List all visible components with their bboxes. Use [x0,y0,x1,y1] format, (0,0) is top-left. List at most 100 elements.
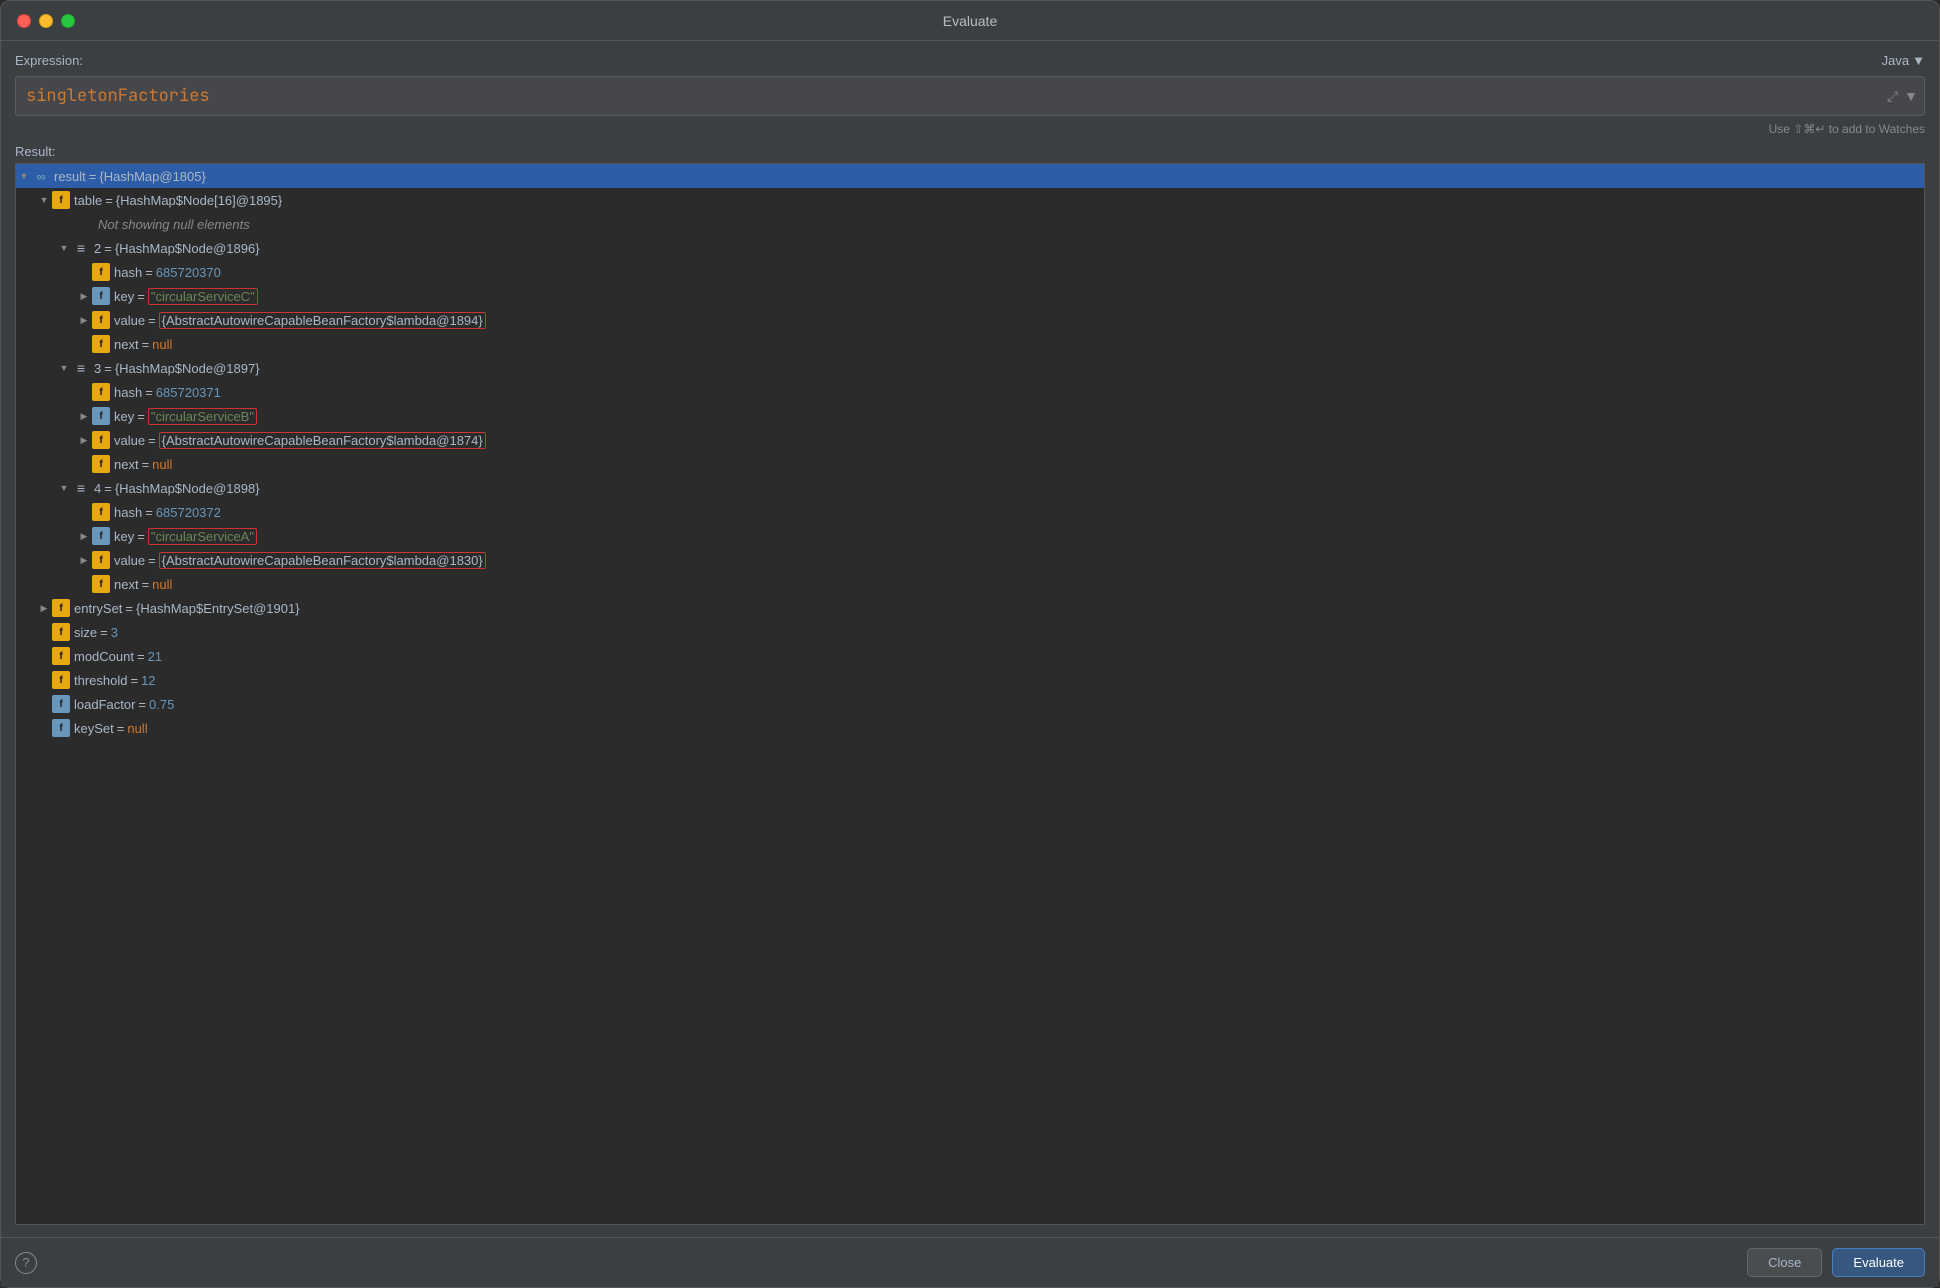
node-equals: = [142,457,150,472]
close-traffic-light[interactable] [17,14,31,28]
toggle-table[interactable]: ▼ [36,192,52,208]
toggle-keySet[interactable] [36,720,52,736]
toggle-value1[interactable]: ▶ [76,312,92,328]
node-name: value [114,433,145,448]
tree-row[interactable]: ▼≡3 = {HashMap$Node@1897} [16,356,1924,380]
toggle-hash2[interactable] [76,384,92,400]
node-equals: = [148,313,156,328]
node-name: loadFactor [74,697,135,712]
expand-icon[interactable]: ⤢ [1887,88,1898,105]
tree-row[interactable]: fkeySet = null [16,716,1924,740]
footer: ? Close Evaluate [1,1237,1939,1287]
icon-f-blue: f [92,407,110,425]
toggle-modCount[interactable] [36,648,52,664]
icon-infinity: ∞ [32,167,50,185]
icon-f: f [92,431,110,449]
toggle-value3[interactable]: ▶ [76,552,92,568]
toggle-key2[interactable]: ▶ [76,408,92,424]
node-value: null [152,337,172,352]
tree-row[interactable]: ▶fkey = "circularServiceB" [16,404,1924,428]
toggle-next1[interactable] [76,336,92,352]
title-bar: Evaluate [1,1,1939,41]
tree-row[interactable]: fsize = 3 [16,620,1924,644]
node-value: null [152,457,172,472]
toggle-size[interactable] [36,624,52,640]
input-icons: ⤢ ▼ [1887,88,1918,105]
node-value: 685720372 [156,505,221,520]
icon-f: f [92,383,110,401]
result-tree[interactable]: ▼∞result = {HashMap@1805}▼ftable = {Hash… [15,163,1925,1225]
node-name: table [74,193,102,208]
tree-row[interactable]: fthreshold = 12 [16,668,1924,692]
node-value: {HashMap$Node@1896} [115,241,260,256]
tree-row[interactable]: fhash = 685720371 [16,380,1924,404]
tree-row[interactable]: ▶fkey = "circularServiceA" [16,524,1924,548]
node-name: hash [114,505,142,520]
maximize-traffic-light[interactable] [61,14,75,28]
node-value: 21 [148,649,162,664]
tree-row[interactable]: ▶fkey = "circularServiceC" [16,284,1924,308]
node-equals: = [104,481,112,496]
tree-row[interactable]: fnext = null [16,332,1924,356]
toggle-root[interactable]: ▼ [16,168,32,184]
watches-hint: Use ⇧⌘↵ to add to Watches [15,122,1925,136]
expression-input[interactable] [22,77,1887,115]
node-name: value [114,553,145,568]
toggle-hash1[interactable] [76,264,92,280]
dropdown-icon[interactable]: ▼ [1904,88,1918,104]
tree-row[interactable]: fhash = 685720370 [16,260,1924,284]
tree-row[interactable]: fnext = null [16,452,1924,476]
node-equals: = [137,529,145,544]
tree-row[interactable]: fmodCount = 21 [16,644,1924,668]
toggle-threshold[interactable] [36,672,52,688]
content-area: Expression: Java ▼ ⤢ ▼ Use ⇧⌘↵ to add to… [1,41,1939,1237]
tree-row[interactable]: ▼∞result = {HashMap@1805} [16,164,1924,188]
tree-row[interactable]: ▼≡2 = {HashMap$Node@1896} [16,236,1924,260]
icon-f: f [52,599,70,617]
node-value: {HashMap$Node@1898} [115,481,260,496]
tree-row[interactable]: Not showing null elements [16,212,1924,236]
toggle-not-showing[interactable] [56,216,72,232]
node-equals: = [142,337,150,352]
toggle-next2[interactable] [76,456,92,472]
icon-f: f [52,647,70,665]
node-value: {HashMap$EntrySet@1901} [136,601,300,616]
help-button[interactable]: ? [15,1252,37,1274]
icon-f-blue: f [92,287,110,305]
tree-row[interactable]: ▶fentrySet = {HashMap$EntrySet@1901} [16,596,1924,620]
node-name: hash [114,385,142,400]
toggle-next3[interactable] [76,576,92,592]
node-equals: = [145,385,153,400]
toggle-loadFactor[interactable] [36,696,52,712]
expression-input-row: ⤢ ▼ [15,76,1925,116]
tree-row[interactable]: ▶fvalue = {AbstractAutowireCapableBeanFa… [16,308,1924,332]
toggle-node3[interactable]: ▼ [56,360,72,376]
toggle-entrySet[interactable]: ▶ [36,600,52,616]
footer-buttons: Close Evaluate [1747,1248,1925,1277]
toggle-value2[interactable]: ▶ [76,432,92,448]
language-selector[interactable]: Java ▼ [1882,53,1925,68]
tree-row[interactable]: ▶fvalue = {AbstractAutowireCapableBeanFa… [16,428,1924,452]
minimize-traffic-light[interactable] [39,14,53,28]
toggle-key1[interactable]: ▶ [76,288,92,304]
close-button[interactable]: Close [1747,1248,1822,1277]
toggle-node4[interactable]: ▼ [56,480,72,496]
node-value: {HashMap@1805} [99,169,205,184]
tree-row[interactable]: floadFactor = 0.75 [16,692,1924,716]
icon-f: f [52,191,70,209]
evaluate-button[interactable]: Evaluate [1832,1248,1925,1277]
tree-row[interactable]: fhash = 685720372 [16,500,1924,524]
toggle-key3[interactable]: ▶ [76,528,92,544]
icon-f: f [92,455,110,473]
tree-row[interactable]: ▼ftable = {HashMap$Node[16]@1895} [16,188,1924,212]
node-name: keySet [74,721,114,736]
tree-row[interactable]: fnext = null [16,572,1924,596]
node-equals: = [137,649,145,664]
icon-f: f [92,551,110,569]
icon-list: ≡ [72,479,90,497]
node-equals: = [100,625,108,640]
toggle-hash3[interactable] [76,504,92,520]
tree-row[interactable]: ▼≡4 = {HashMap$Node@1898} [16,476,1924,500]
toggle-node2[interactable]: ▼ [56,240,72,256]
tree-row[interactable]: ▶fvalue = {AbstractAutowireCapableBeanFa… [16,548,1924,572]
